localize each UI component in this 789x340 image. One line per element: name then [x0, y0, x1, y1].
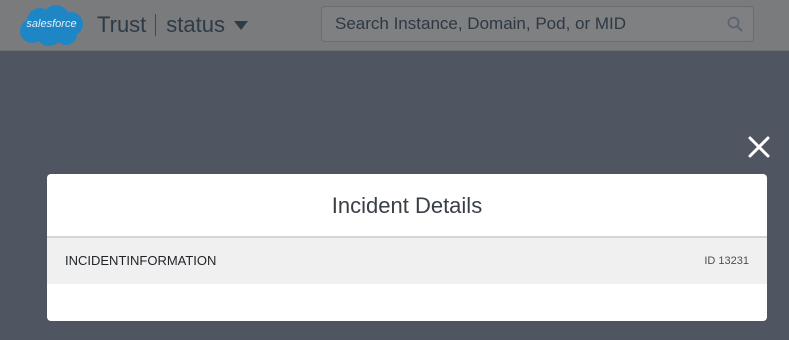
salesforce-logo[interactable]: salesforce — [18, 4, 85, 48]
incident-info-label: INCIDENTINFORMATION — [65, 253, 217, 268]
brand-trust: Trust — [97, 12, 147, 37]
brand-title[interactable]: Trust status — [97, 11, 248, 39]
caret-down-icon[interactable] — [234, 20, 248, 30]
modal-title: Incident Details — [47, 174, 767, 238]
incident-id: ID 13231 — [704, 255, 749, 267]
search-box — [321, 6, 754, 42]
top-header: salesforce Trust status — [0, 0, 789, 51]
incident-details-modal: Incident Details INCIDENTINFORMATION ID … — [47, 174, 767, 321]
logo-text: salesforce — [26, 18, 77, 30]
search-icon[interactable] — [727, 16, 743, 32]
brand-status: status — [166, 12, 225, 37]
search-input[interactable] — [322, 7, 717, 41]
brand-separator — [155, 14, 157, 36]
close-icon[interactable] — [746, 134, 772, 160]
incident-info-row: INCIDENTINFORMATION ID 13231 — [47, 238, 767, 284]
